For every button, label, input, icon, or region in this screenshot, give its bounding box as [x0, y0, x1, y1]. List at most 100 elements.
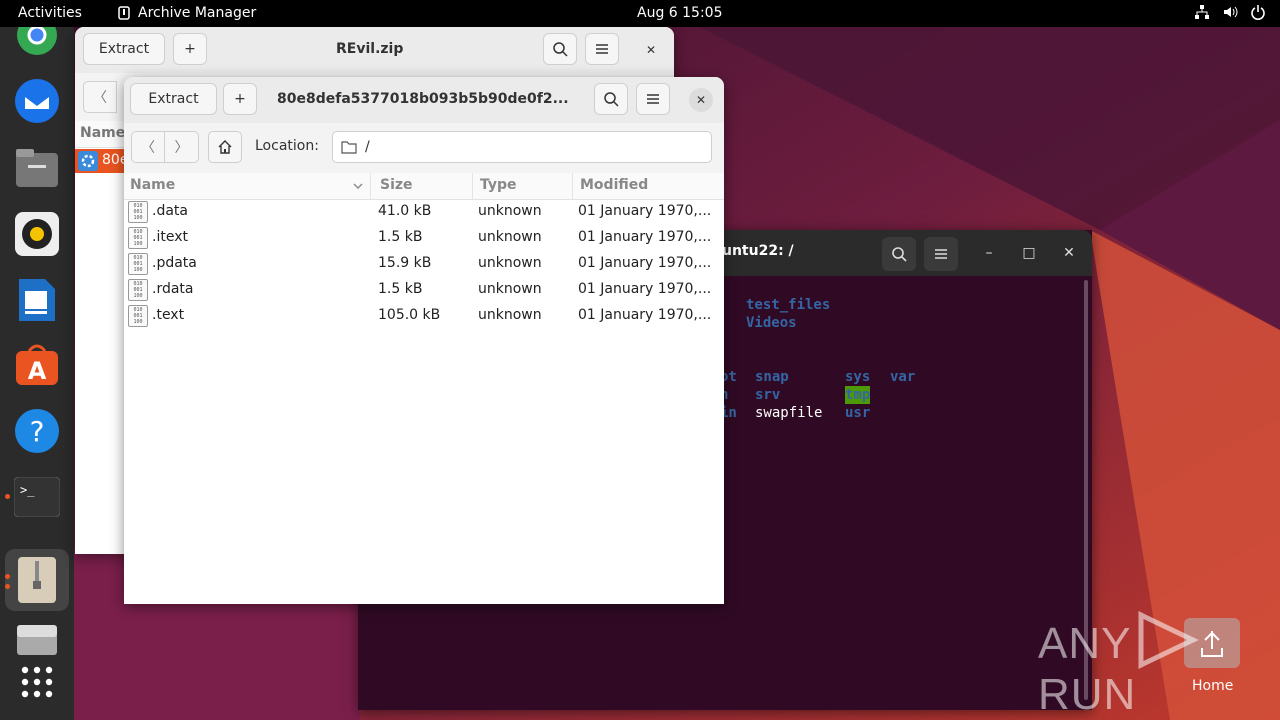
location-value: / [365, 139, 370, 155]
volume-icon [1224, 6, 1238, 18]
app-center-icon[interactable]: A [12, 340, 62, 390]
file-size: 1.5 kB [378, 281, 423, 297]
menu-button[interactable] [636, 83, 670, 115]
chevron-left-icon: 〈 [141, 140, 155, 156]
plus-icon: + [184, 41, 196, 57]
column-modified-header[interactable]: Modified [580, 177, 648, 193]
executable-icon [78, 151, 98, 171]
file-type: unknown [478, 203, 542, 219]
file-row[interactable]: 010 001 100 .itext 1.5 kB unknown 01 Janua… [124, 225, 724, 251]
play-triangle-icon [1138, 611, 1200, 669]
column-name-header[interactable]: Name [130, 177, 175, 193]
binary-file-icon: 010 001 100 [128, 227, 148, 249]
archive-window-folder[interactable]: Extract + 80e8defa5377018b093b5b90de0f2.… [124, 77, 724, 604]
sort-descending-icon[interactable] [353, 183, 363, 189]
file-size: 15.9 kB [378, 255, 432, 271]
file-modified: 01 January 1970,... [578, 203, 712, 219]
app-menu[interactable]: Archive Manager [118, 5, 256, 21]
extract-button[interactable]: Extract [83, 33, 165, 65]
file-name: .rdata [152, 281, 194, 297]
add-files-button[interactable]: + [173, 33, 207, 65]
menu-button[interactable] [585, 33, 619, 65]
file-name: .pdata [152, 255, 197, 271]
column-separator[interactable] [370, 173, 371, 199]
system-tray[interactable] [1194, 4, 1266, 20]
home-icon [218, 140, 232, 154]
search-icon [604, 92, 619, 107]
terminal-search-button[interactable] [882, 237, 916, 271]
file-row[interactable]: 010 001 100 .pdata 15.9 kB unknown 01 Janu… [124, 251, 724, 277]
maximize-button[interactable]: □ [1018, 242, 1040, 264]
ls-entry: usr [845, 405, 871, 421]
chevron-right-icon: 〉 [174, 140, 189, 156]
rhythmbox-icon[interactable] [12, 209, 62, 259]
running-indicator-1 [5, 574, 10, 579]
window-title: 80e8defa5377018b093b5b90de0f2... [277, 91, 569, 107]
file-type: unknown [478, 255, 542, 271]
search-button[interactable] [543, 33, 577, 65]
file-type: unknown [478, 281, 542, 297]
binary-file-icon: 010 001 100 [128, 305, 148, 327]
archive-window-header[interactable]: Extract + 80e8defa5377018b093b5b90de0f2.… [124, 77, 724, 124]
close-button[interactable]: ✕ [689, 88, 713, 112]
ls-entry-highlighted: tmp [845, 386, 871, 404]
file-row[interactable]: 010 001 100 .data 41.0 kB unknown 01 Janua… [124, 199, 724, 225]
close-icon: ✕ [1063, 245, 1075, 261]
location-label: Location: [255, 138, 319, 154]
add-files-button[interactable]: + [223, 83, 257, 115]
column-separator[interactable] [472, 173, 473, 199]
column-size-header[interactable]: Size [380, 177, 413, 193]
show-apps-icon[interactable] [12, 657, 62, 707]
selected-row[interactable]: 80e [75, 149, 128, 173]
file-row[interactable]: 010 001 100 .rdata 1.5 kB unknown 01 Janua… [124, 277, 724, 303]
writer-icon[interactable] [12, 275, 62, 325]
column-name-header[interactable]: Name [80, 125, 125, 141]
files-icon[interactable] [12, 143, 62, 193]
clock[interactable]: Aug 6 15:05 [637, 5, 723, 21]
hamburger-icon [647, 94, 659, 104]
location-field[interactable]: / [332, 131, 712, 163]
plus-icon: + [234, 91, 246, 107]
close-button[interactable]: ✕ [639, 38, 663, 62]
minimize-button[interactable]: – [978, 242, 1000, 264]
file-row[interactable]: 010 001 100 .text 105.0 kB unknown 01 Janu… [124, 303, 724, 329]
chevron-left-icon: 〈 [93, 90, 107, 106]
terminal-icon[interactable]: >_ [12, 472, 62, 522]
archive-manager-icon[interactable] [12, 555, 62, 605]
column-type-header[interactable]: Type [480, 177, 517, 193]
binary-file-icon: 010 001 100 [128, 201, 148, 223]
forward-button[interactable]: 〉 [165, 131, 199, 163]
file-modified: 01 January 1970,... [578, 307, 712, 323]
anyrun-watermark: ANYRUN [1038, 610, 1280, 720]
terminal-menu-button[interactable] [924, 237, 958, 271]
archive-window-revil-header[interactable]: Extract + REvil.zip ✕ [75, 27, 674, 74]
close-icon: ✕ [695, 93, 707, 107]
close-icon: ✕ [645, 43, 657, 57]
file-name: .text [152, 307, 185, 323]
ls-entry: test_files [746, 297, 831, 313]
file-modified: 01 January 1970,... [578, 281, 712, 297]
chrome-icon[interactable] [12, 17, 62, 67]
dock: A ? >_ [0, 27, 74, 720]
back-button[interactable]: 〈 [83, 81, 117, 113]
top-bar: Activities Archive Manager Aug 6 15:05 [0, 0, 1280, 27]
ls-entry: snap [755, 369, 789, 385]
navigation-bar: 〈 〉 Location: / [124, 123, 724, 174]
hamburger-icon [935, 249, 947, 259]
ls-entry: srv [755, 387, 781, 403]
thunderbird-icon[interactable] [12, 76, 62, 126]
column-separator[interactable] [572, 173, 573, 199]
search-button[interactable] [594, 83, 628, 115]
help-icon[interactable]: ? [12, 406, 62, 456]
terminal-close-button[interactable]: ✕ [1058, 242, 1080, 264]
file-size: 105.0 kB [378, 307, 441, 323]
window-title: REvil.zip [336, 41, 404, 57]
file-list: 010 001 100 .data 41.0 kB unknown 01 Janua… [124, 199, 724, 329]
home-button[interactable] [208, 131, 242, 163]
svg-text:A: A [28, 357, 47, 385]
back-button[interactable]: 〈 [131, 131, 165, 163]
extract-button[interactable]: Extract [130, 83, 217, 115]
ls-entry: Videos [746, 315, 797, 331]
ls-entry: sys [845, 369, 871, 385]
file-type: unknown [478, 229, 542, 245]
